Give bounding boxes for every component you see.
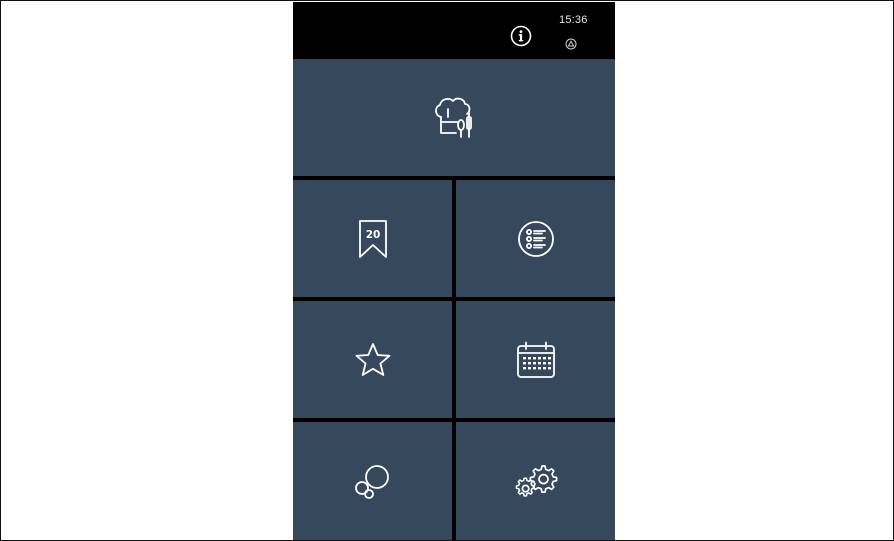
favorites-tile[interactable]	[293, 301, 452, 418]
calendar-tile[interactable]	[456, 301, 615, 418]
device-screen: 15:36 20	[293, 2, 615, 540]
status-bar: 15:36	[293, 2, 615, 57]
bubbles-tile[interactable]	[293, 422, 452, 540]
bookmark-20-icon: 20	[358, 219, 387, 258]
chef-hat-utensils-icon	[435, 97, 472, 138]
clock-time: 15:36	[559, 14, 588, 26]
star-icon	[355, 342, 390, 376]
programs-tile[interactable]: 20	[293, 180, 452, 297]
cooking-tile[interactable]	[293, 59, 615, 176]
list-icon	[517, 220, 554, 257]
bubbles-icon	[354, 465, 389, 499]
gears-icon	[515, 465, 557, 497]
list-tile[interactable]	[456, 180, 615, 297]
info-icon[interactable]	[510, 25, 532, 47]
page-frame: 15:36 20	[0, 0, 894, 541]
triangle-in-circle-icon	[565, 37, 577, 50]
settings-tile[interactable]	[456, 422, 615, 540]
bookmark-badge-number: 20	[365, 229, 380, 241]
calendar-icon	[516, 341, 555, 378]
